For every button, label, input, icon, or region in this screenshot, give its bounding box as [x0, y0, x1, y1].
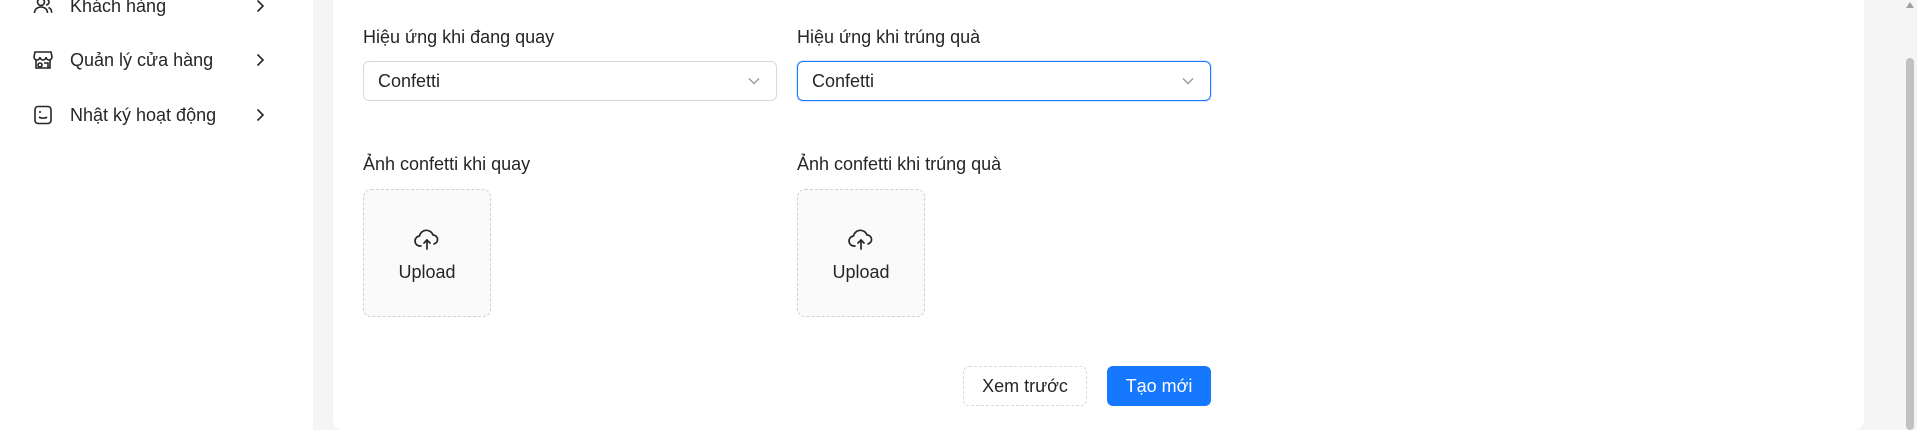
upload-label: Upload	[832, 261, 890, 282]
spin-effect-select[interactable]: Confetti	[363, 61, 777, 101]
cloud-upload-icon	[846, 224, 876, 254]
create-button[interactable]: Tạo mới	[1107, 366, 1211, 406]
store-icon	[32, 49, 54, 71]
chevron-right-icon	[252, 0, 268, 14]
chevron-right-icon	[252, 52, 268, 68]
chevron-right-icon	[252, 107, 268, 123]
vertical-scrollbar[interactable]	[1903, 0, 1917, 430]
spin-effect-label: Hiệu ứng khi đang quay	[363, 27, 555, 47]
win-confetti-image-label: Ảnh confetti khi trúng quà	[797, 154, 1002, 174]
win-effect-select[interactable]: Confetti	[797, 61, 1211, 101]
preview-button[interactable]: Xem trước	[963, 366, 1087, 406]
upload-label: Upload	[398, 261, 456, 282]
chevron-down-icon	[1180, 73, 1196, 89]
sidebar-item-label: Khách hàng	[70, 0, 167, 16]
users-icon	[32, 0, 54, 17]
spin-confetti-image-label: Ảnh confetti khi quay	[363, 154, 531, 174]
sidebar-item-store-management[interactable]: Quản lý cửa hàng	[32, 40, 268, 80]
spin-confetti-upload[interactable]: Upload	[363, 189, 491, 317]
sidebar-item-label: Quản lý cửa hàng	[70, 49, 214, 70]
sidebar-item-activity-log[interactable]: Nhật ký hoạt động	[32, 95, 268, 135]
sidebar-item-customers[interactable]: Khách hàng	[32, 0, 268, 26]
spin-effect-value: Confetti	[378, 70, 441, 91]
win-effect-label: Hiệu ứng khi trúng quà	[797, 27, 981, 47]
scrollbar-thumb[interactable]	[1906, 58, 1914, 430]
cloud-upload-icon	[412, 224, 442, 254]
win-effect-value: Confetti	[812, 70, 875, 91]
form-panel: Hiệu ứng khi đang quay Confetti Hiệu ứng…	[333, 0, 1864, 430]
activity-log-icon	[32, 104, 54, 126]
sidebar-item-label: Nhật ký hoạt động	[70, 104, 217, 125]
win-confetti-upload[interactable]: Upload	[797, 189, 925, 317]
sidebar: Khách hàng Quản lý cửa hàng Nhật ký hoạt…	[0, 0, 313, 430]
chevron-down-icon	[746, 73, 762, 89]
scroll-up-arrow-icon[interactable]	[1906, 2, 1914, 8]
